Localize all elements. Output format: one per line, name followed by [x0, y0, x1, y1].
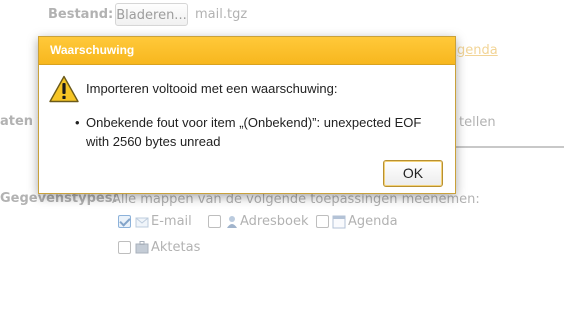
dialog-title[interactable]: Waarschuwing	[39, 37, 455, 65]
detail-line-1: Onbekende fout voor item „(Onbekend)”: u…	[86, 115, 422, 130]
ok-button[interactable]: OK	[383, 160, 443, 187]
dialog-details: • Onbekende fout voor item „(Onbekend)”:…	[75, 113, 422, 151]
warning-icon	[49, 75, 79, 103]
warning-dialog: Waarschuwing Importeren voltooid met een…	[38, 36, 456, 194]
detail-line-2: with 2560 bytes unread	[86, 134, 221, 149]
dialog-message: Importeren voltooid met een waarschuwing…	[86, 81, 338, 96]
bullet: •	[75, 115, 80, 130]
